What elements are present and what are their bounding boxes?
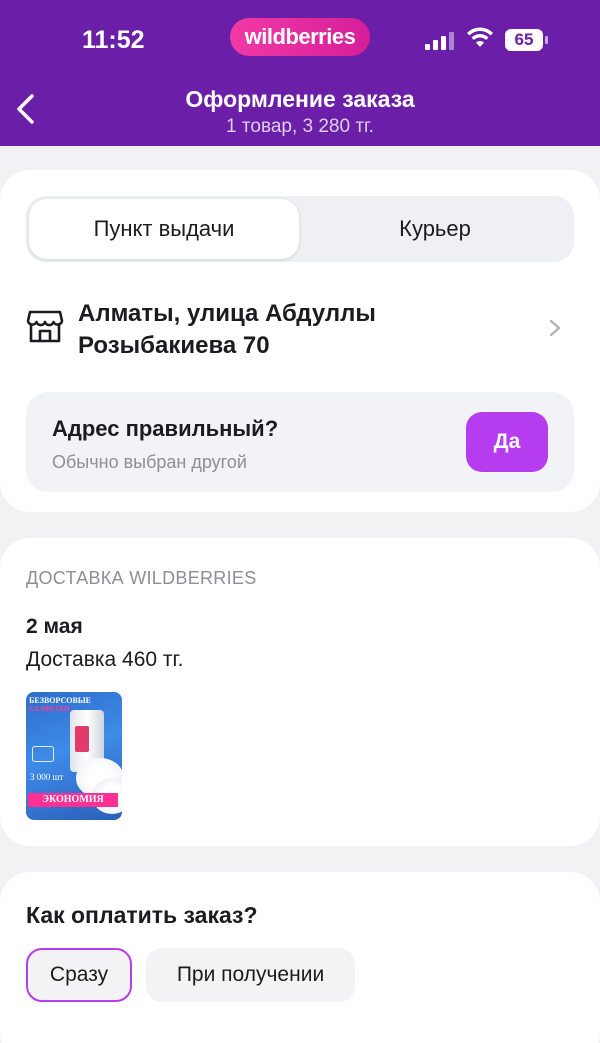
- page-subtitle: 1 товар, 3 280 тг.: [226, 116, 374, 137]
- product-thumbnail[interactable]: БЕЗВОРСОВЫЕ САЛФЕТКИ 3 000 шт ЭКОНОМИЯ: [26, 692, 122, 820]
- delivery-type-switch: Пункт выдачи Курьер: [26, 196, 574, 262]
- status-time: 11:52: [82, 26, 145, 54]
- tab-courier[interactable]: Курьер: [300, 199, 570, 259]
- brand-name: wildberries: [244, 24, 356, 49]
- product-image-badge: ЭКОНОМИЯ: [28, 793, 118, 807]
- store-icon: [26, 310, 64, 343]
- delivery-cost: Доставка 460 тг.: [26, 648, 184, 671]
- wifi-icon: [467, 27, 493, 47]
- payment-option-now[interactable]: Сразу: [26, 948, 132, 1002]
- pickup-address[interactable]: Алматы, улица Абдуллы Розыбакиева 70: [78, 298, 498, 362]
- confirm-yes-button[interactable]: Да: [466, 412, 548, 472]
- battery-level: 65: [514, 30, 534, 49]
- address-confirmation: Адрес правильный? Обычно выбран другой Д…: [26, 392, 574, 492]
- product-image-text-1: БЕЗВОРСОВЫЕ: [29, 696, 92, 705]
- cellular-signal-icon: [425, 32, 454, 50]
- product-image-text-2: САЛФЕТКИ: [29, 705, 70, 713]
- shipment-card: ДОСТАВКА WILDBERRIES 2 мая Доставка 460 …: [0, 538, 600, 846]
- payment-option-on-receipt[interactable]: При получении: [146, 948, 355, 1002]
- address-line-1: Алматы, улица Абдуллы: [78, 300, 376, 327]
- confirm-hint: Обычно выбран другой: [52, 452, 247, 472]
- delivery-date: 2 мая: [26, 615, 83, 638]
- product-image-qty: 3 000 шт: [30, 772, 64, 782]
- payment-title: Как оплатить заказ?: [26, 902, 258, 928]
- delivery-method-card: Пункт выдачи Курьер Алматы, улица Абдулл…: [0, 170, 600, 512]
- brand-logo: wildberries: [230, 18, 370, 56]
- roll-outline-icon: [32, 746, 54, 762]
- shipment-caption: ДОСТАВКА WILDBERRIES: [26, 568, 257, 588]
- payment-card: Как оплатить заказ? Сразу При получении: [0, 872, 600, 1043]
- tab-pickup-point[interactable]: Пункт выдачи: [29, 199, 299, 259]
- confirm-question: Адрес правильный?: [52, 416, 279, 441]
- page-title: Оформление заказа: [185, 86, 415, 112]
- battery-icon: 65: [505, 29, 549, 51]
- chevron-right-icon[interactable]: [548, 318, 562, 338]
- top-bar: 11:52 wildberries 65 Оформление заказа 1…: [0, 0, 600, 146]
- address-line-2: Розыбакиева 70: [78, 332, 270, 359]
